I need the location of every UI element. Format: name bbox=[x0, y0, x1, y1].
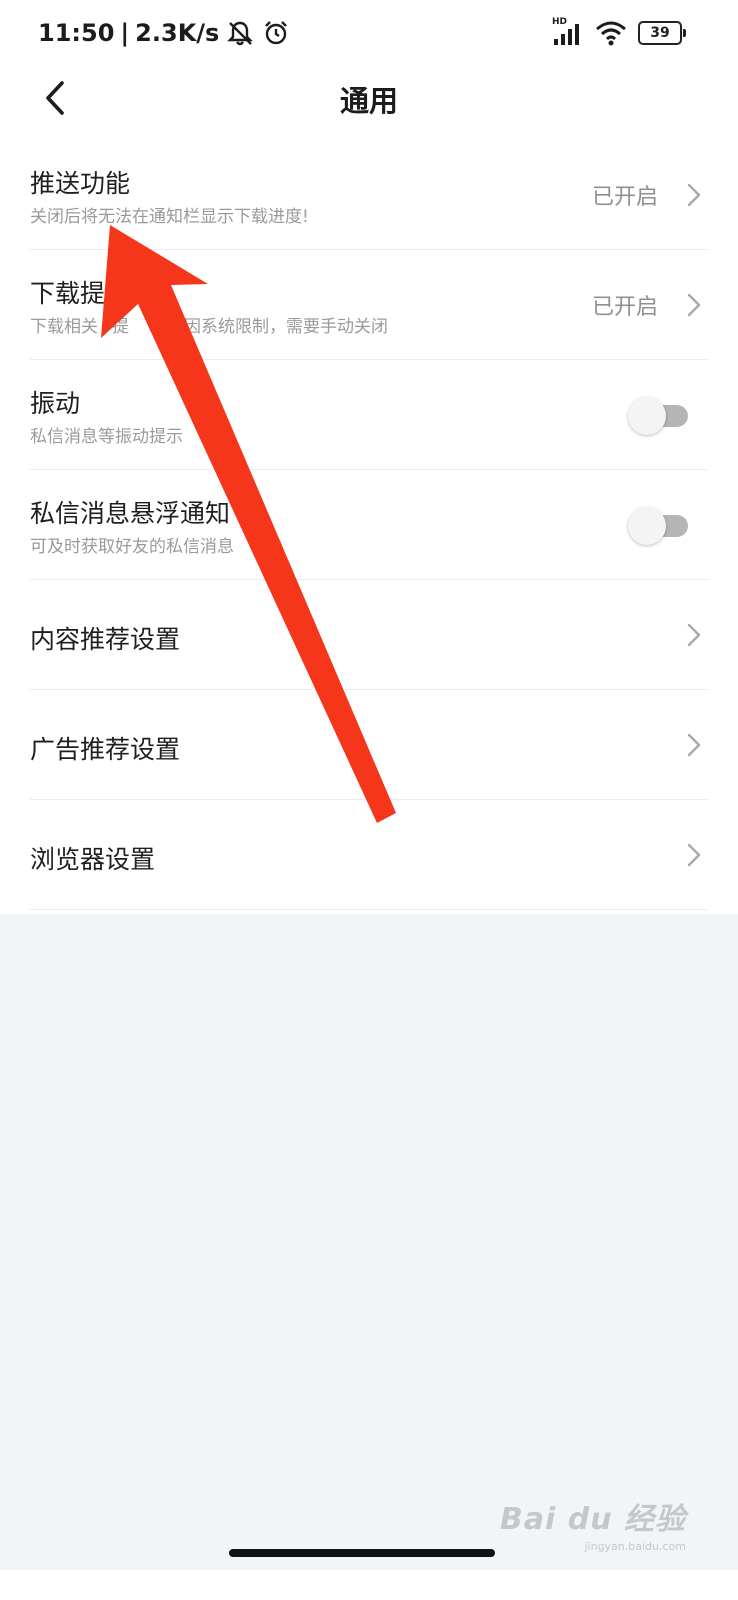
watermark-logo: Bai du 经验 bbox=[499, 1502, 686, 1537]
status-time: 11:50 bbox=[38, 19, 115, 47]
network-speed: 2.3K/s bbox=[135, 19, 220, 47]
battery-icon: 39 bbox=[638, 21, 686, 45]
setting-title: 私信消息悬浮通知 bbox=[30, 499, 231, 528]
page-title: 通用 bbox=[339, 84, 398, 118]
empty-background-area bbox=[0, 914, 738, 1570]
setting-status: 已开启 bbox=[591, 184, 658, 210]
setting-title: 内容推荐设置 bbox=[30, 625, 181, 654]
setting-title: 下载提 bbox=[30, 279, 106, 308]
alarm-icon bbox=[261, 18, 291, 48]
setting-ad-recommendation[interactable]: 广告推荐设置 bbox=[30, 690, 708, 800]
chevron-right-icon bbox=[686, 580, 702, 689]
watermark-url: jingyan.baidu.com bbox=[584, 1540, 686, 1553]
chevron-right-icon bbox=[686, 800, 702, 909]
header: 通用 bbox=[0, 64, 738, 132]
vibration-toggle[interactable] bbox=[628, 396, 688, 435]
bell-muted-icon bbox=[225, 18, 255, 48]
setting-status: 已开启 bbox=[591, 294, 658, 320]
chevron-right-icon bbox=[686, 690, 702, 799]
setting-subtitle-part: ，因系统限制，需要手动关闭 bbox=[167, 317, 388, 337]
network-type-label: HD bbox=[552, 17, 568, 27]
setting-title: 浏览器设置 bbox=[30, 845, 156, 874]
setting-dm-floating-notification: 私信消息悬浮通知 可及时获取好友的私信消息 bbox=[30, 470, 708, 580]
status-separator: | bbox=[120, 19, 130, 47]
setting-title: 广告推荐设置 bbox=[30, 735, 181, 764]
dm-floating-toggle[interactable] bbox=[628, 506, 688, 545]
setting-title: 振动 bbox=[30, 389, 81, 418]
status-bar: 11:50 | 2.3K/s HD 39 bbox=[0, 0, 738, 64]
setting-vibration: 振动 私信消息等振动提示 bbox=[30, 360, 708, 470]
chevron-right-icon bbox=[686, 250, 702, 359]
setting-subtitle: 私信消息等振动提示 bbox=[30, 427, 183, 447]
setting-subtitle: 下载相关提 ，因系统限制，需要手动关闭 bbox=[30, 312, 388, 337]
home-indicator[interactable] bbox=[229, 1549, 495, 1557]
setting-content-recommendation[interactable]: 内容推荐设置 bbox=[30, 580, 708, 690]
status-right: HD 39 bbox=[544, 16, 686, 50]
setting-subtitle-part: 下载相关 bbox=[30, 317, 98, 337]
settings-list: 推送功能 关闭后将无法在通知栏显示下载进度! 已开启 下载提 下载相关提 ，因系统… bbox=[0, 140, 738, 910]
setting-subtitle-part: 提 bbox=[112, 317, 129, 337]
battery-level: 39 bbox=[650, 25, 670, 41]
setting-browser[interactable]: 浏览器设置 bbox=[30, 800, 708, 910]
toggle-knob bbox=[628, 396, 666, 435]
setting-subtitle: 可及时获取好友的私信消息 bbox=[30, 537, 234, 557]
setting-title: 推送功能 bbox=[30, 169, 131, 198]
setting-download-tip[interactable]: 下载提 下载相关提 ，因系统限制，需要手动关闭 已开启 bbox=[30, 250, 708, 360]
chevron-right-icon bbox=[686, 140, 702, 249]
setting-push-function[interactable]: 推送功能 关闭后将无法在通知栏显示下载进度! 已开启 bbox=[30, 140, 708, 250]
setting-subtitle: 关闭后将无法在通知栏显示下载进度! bbox=[30, 207, 309, 227]
baidu-watermark: Bai du 经验 jingyan.baidu.com bbox=[500, 1494, 686, 1553]
toggle-knob bbox=[628, 506, 666, 545]
cell-signal-icon: HD bbox=[552, 17, 586, 47]
status-left: 11:50 | 2.3K/s bbox=[38, 16, 291, 50]
wifi-icon bbox=[594, 19, 628, 47]
